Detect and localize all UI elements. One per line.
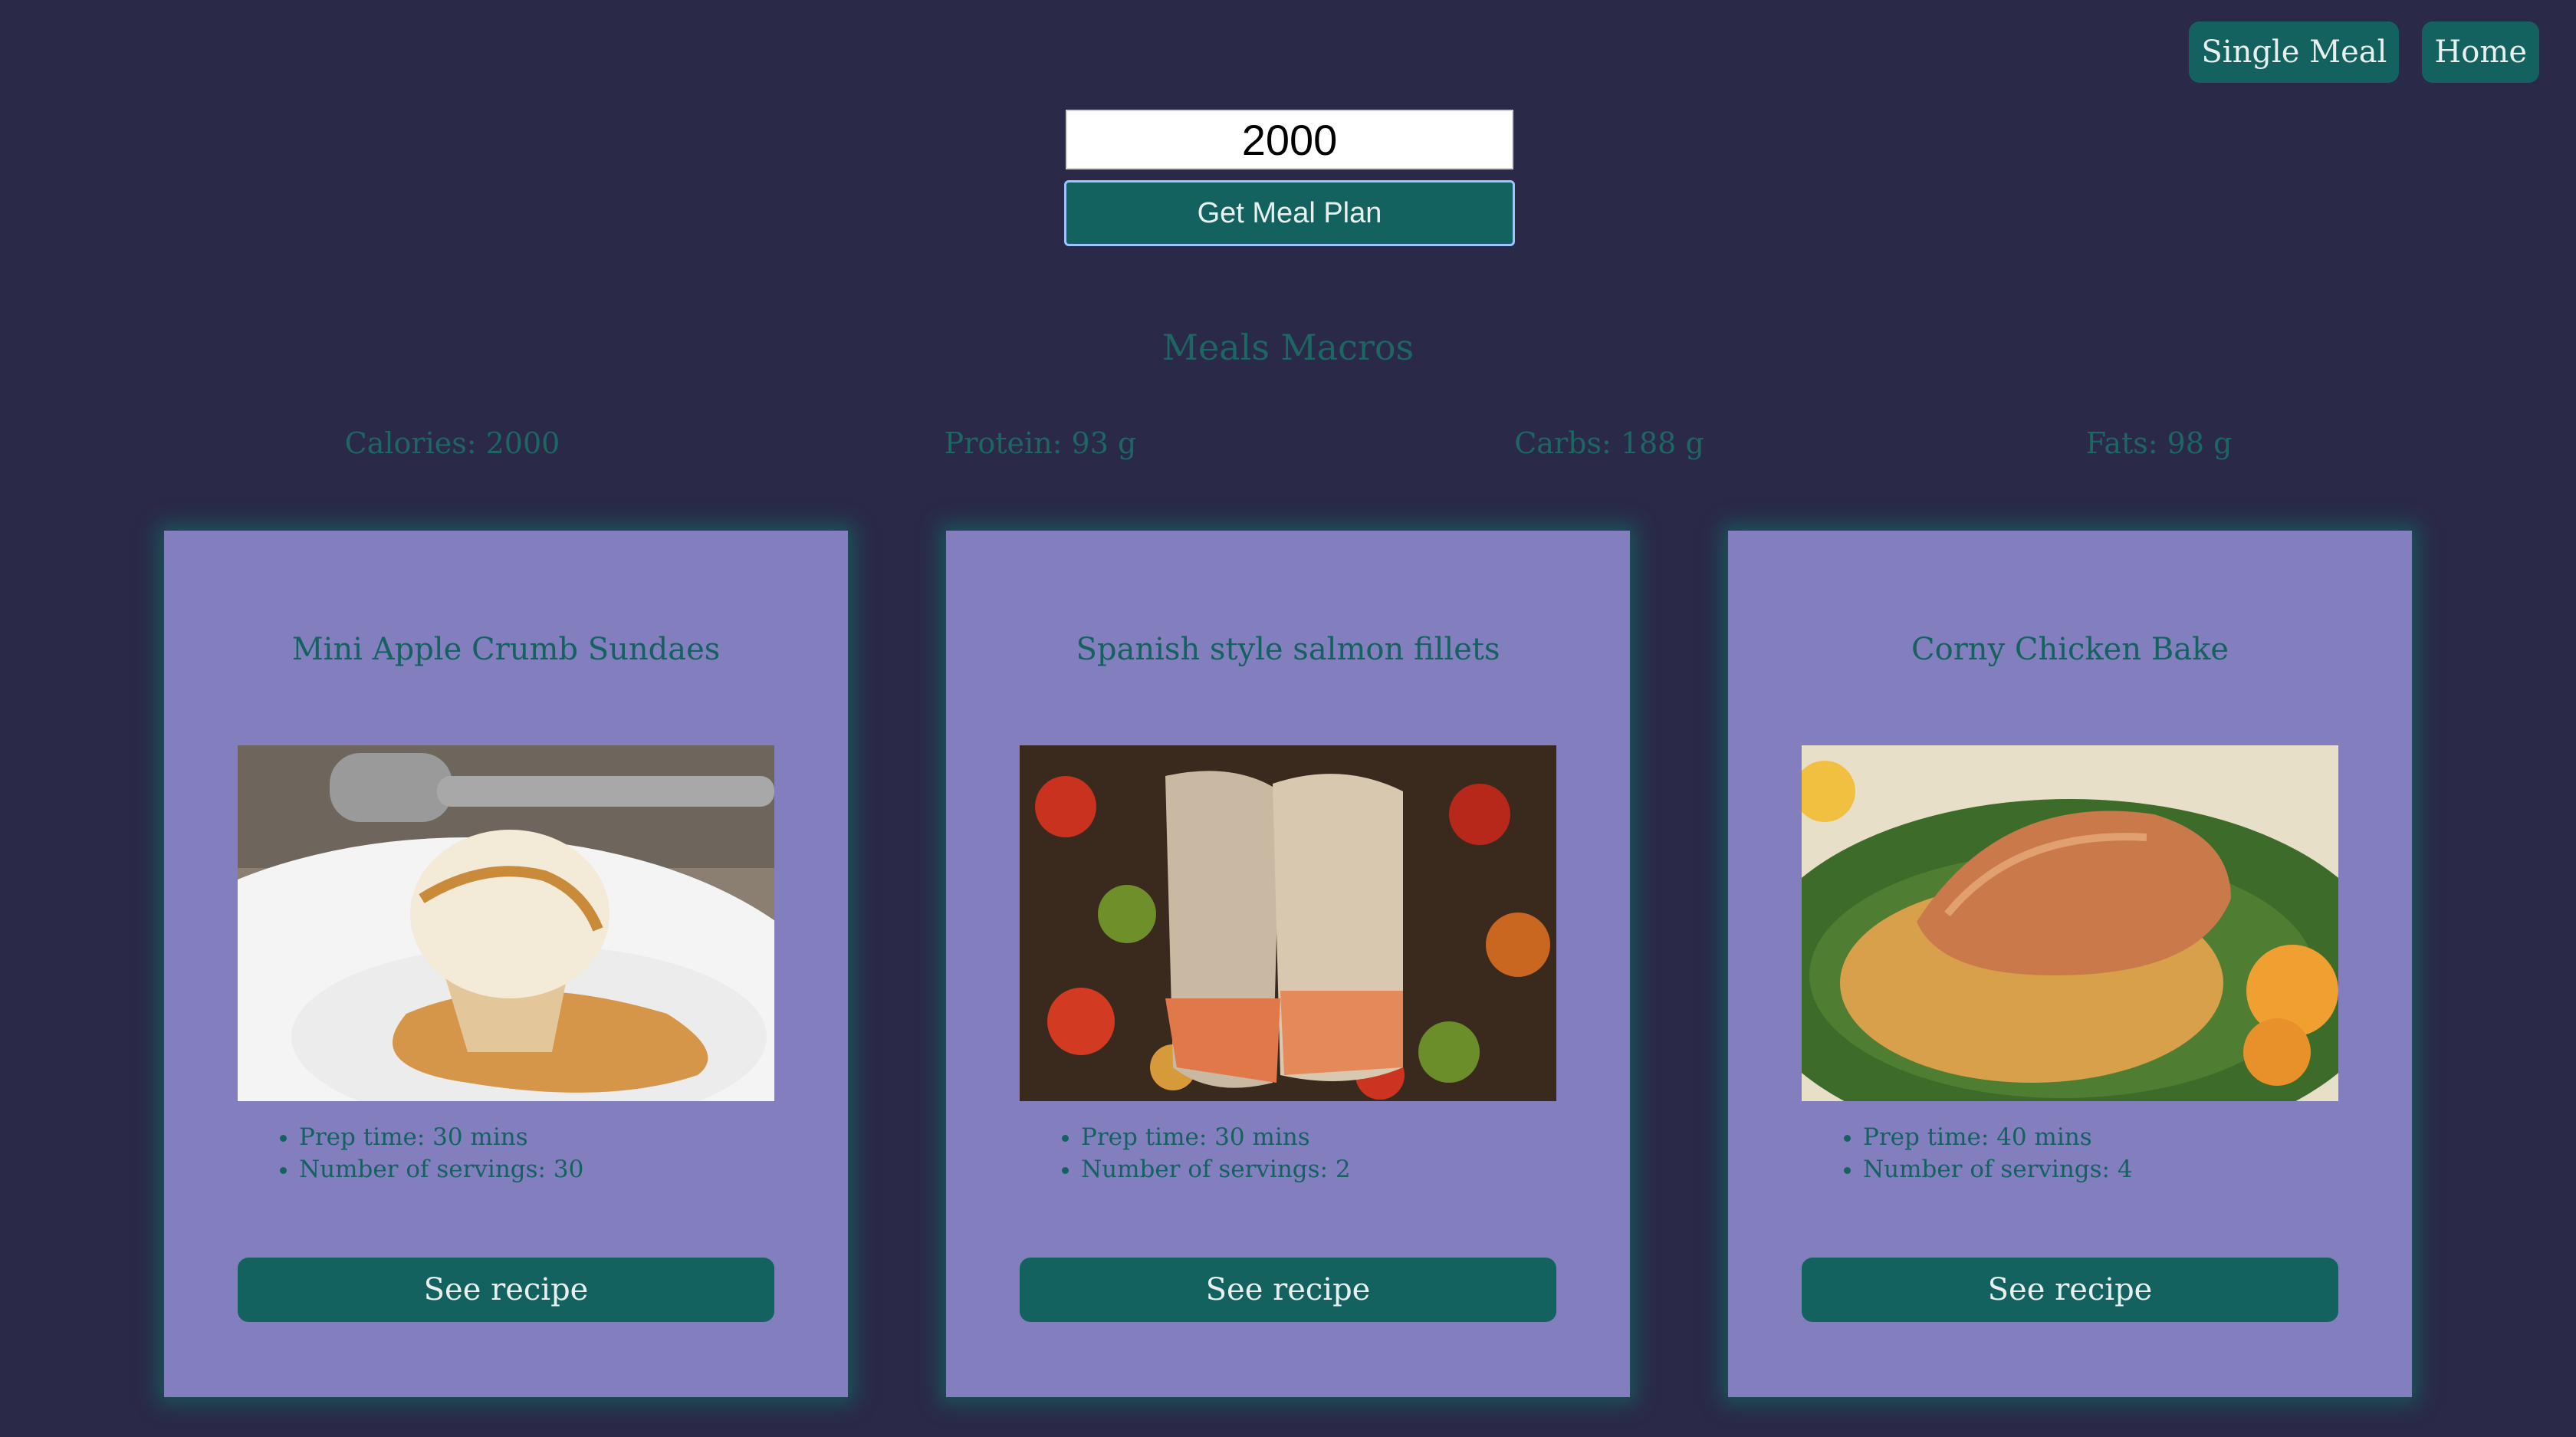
- meal-image: [1020, 745, 1556, 1101]
- meal-card: Mini Apple Crumb Sundaes Prep time: 30 m…: [164, 531, 848, 1397]
- meal-title: Spanish style salmon fillets: [1076, 632, 1500, 667]
- servings: Number of servings: 4: [1863, 1153, 2133, 1185]
- servings: Number of servings: 30: [299, 1153, 583, 1185]
- prep-time: Prep time: 40 mins: [1863, 1121, 2133, 1153]
- servings: Number of servings: 2: [1081, 1153, 1351, 1185]
- single-meal-button[interactable]: Single Meal: [2189, 21, 2400, 83]
- meal-title: Mini Apple Crumb Sundaes: [291, 632, 721, 667]
- meal-card: Spanish style salmon fillets Prep time: …: [946, 531, 1630, 1397]
- get-meal-plan-button[interactable]: Get Meal Plan: [1064, 180, 1515, 246]
- see-recipe-button[interactable]: See recipe: [1802, 1258, 2338, 1322]
- meal-details: Prep time: 30 mins Number of servings: 3…: [238, 1121, 583, 1185]
- see-recipe-button[interactable]: See recipe: [1020, 1258, 1556, 1322]
- meal-card: Corny Chicken Bake Prep time: 40 mins Nu…: [1728, 531, 2412, 1397]
- top-nav: Single Meal Home: [2189, 21, 2539, 83]
- macro-carbs: Carbs: 188 g: [1514, 426, 1704, 460]
- macro-protein: Protein: 93 g: [944, 426, 1137, 460]
- calories-input[interactable]: [1066, 110, 1513, 169]
- meal-title: Corny Chicken Bake: [1911, 632, 2229, 667]
- meal-image: [1802, 745, 2338, 1101]
- macro-fats: Fats: 98 g: [2085, 426, 2233, 460]
- macros-title: Meals Macros: [1162, 327, 1414, 368]
- prep-time: Prep time: 30 mins: [1081, 1121, 1351, 1153]
- meal-details: Prep time: 30 mins Number of servings: 2: [1020, 1121, 1351, 1185]
- home-button[interactable]: Home: [2422, 21, 2539, 83]
- meal-details: Prep time: 40 mins Number of servings: 4: [1802, 1121, 2133, 1185]
- prep-time: Prep time: 30 mins: [299, 1121, 583, 1153]
- see-recipe-button[interactable]: See recipe: [238, 1258, 774, 1322]
- macro-calories: Calories: 2000: [344, 426, 560, 460]
- meal-plan-form: Get Meal Plan: [1064, 110, 1515, 246]
- meal-image: [238, 745, 774, 1101]
